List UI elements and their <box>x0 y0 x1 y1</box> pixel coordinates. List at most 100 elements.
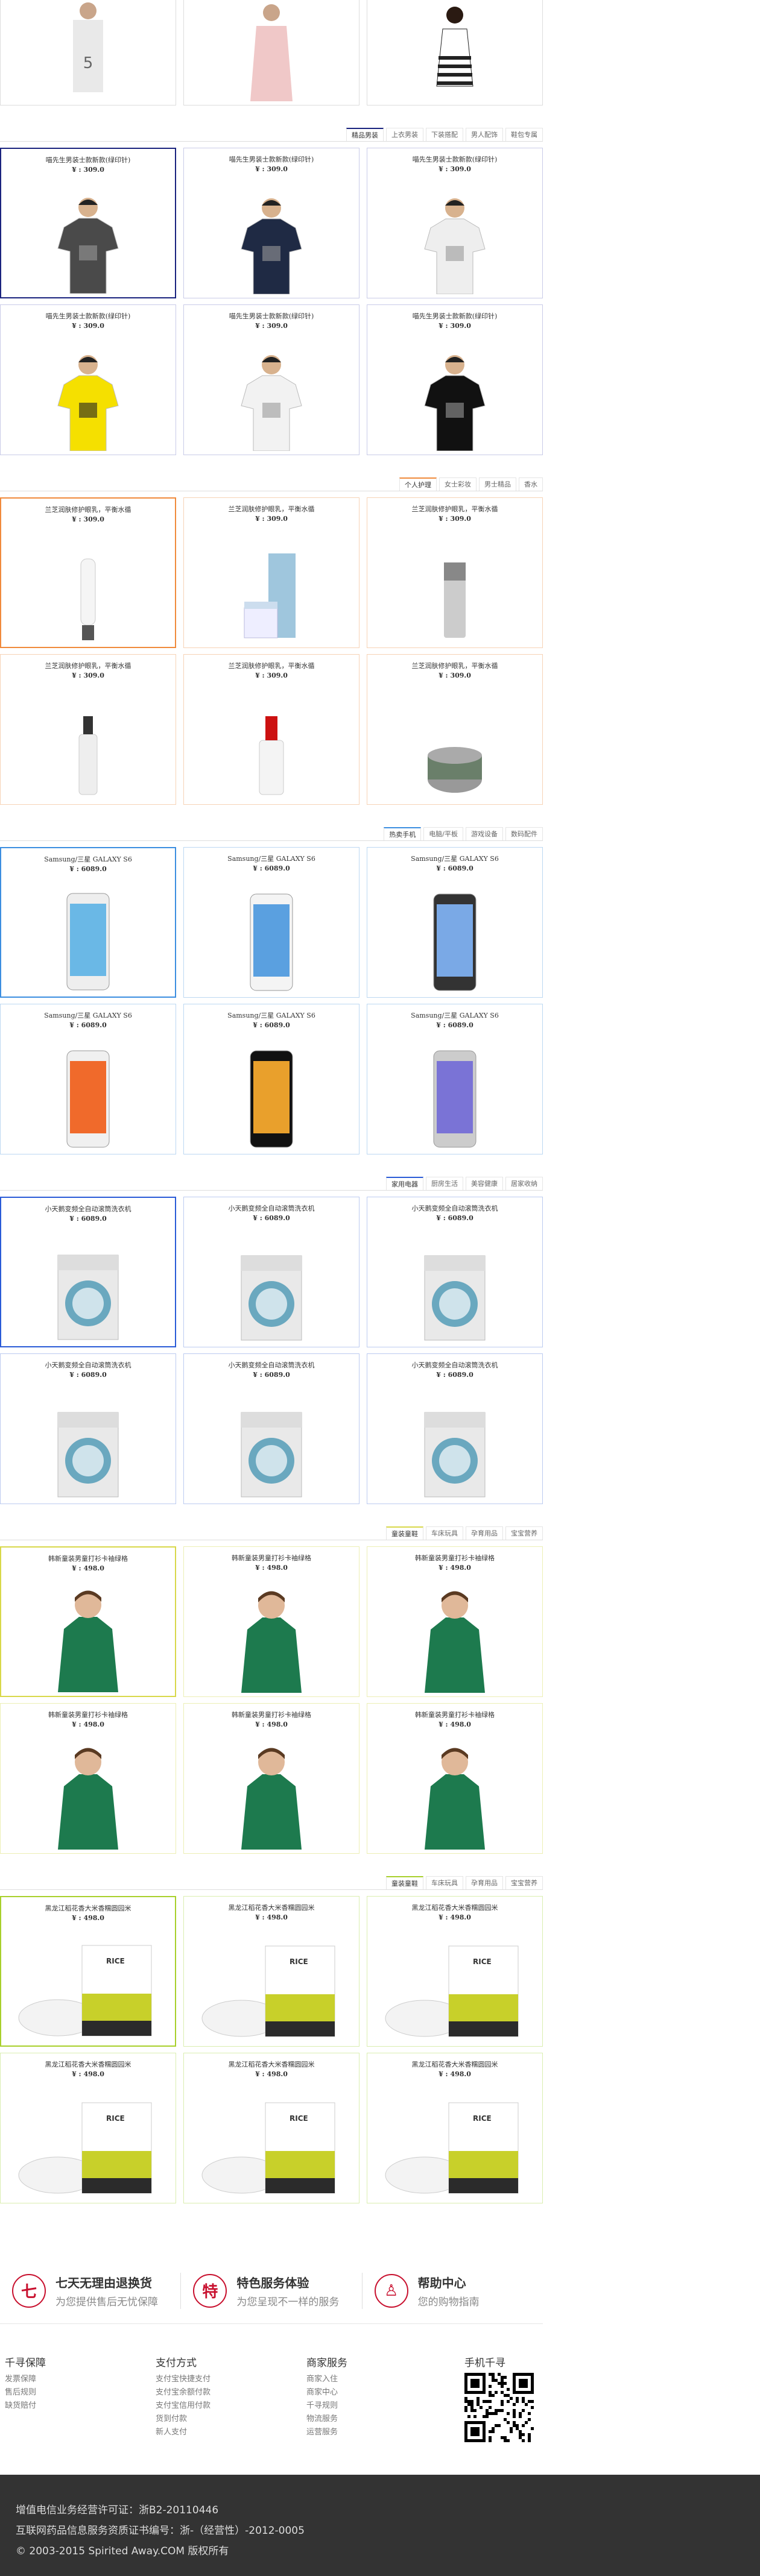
product-card[interactable]: Samsung/三星 GALAXY S6 ¥ : 6089.0 <box>0 847 176 998</box>
product-card[interactable]: Samsung/三星 GALAXY S6 ¥ : 6089.0 <box>367 847 543 998</box>
footer-col-merchant: 商家服务 商家入住 商家中心 千寻规则 物流服务 运营服务 <box>302 2354 452 2439</box>
floor-tab[interactable]: 上衣男装 <box>386 128 423 141</box>
product-card[interactable]: 喵先生男装士款新款(绿印针) ¥ : 309.0 <box>0 304 176 455</box>
product-card[interactable]: 喵先生男装士款新款(绿印针) ¥ : 309.0 <box>0 148 176 298</box>
product-card[interactable]: 兰芝润肤修护眼乳，平衡水循 ¥ : 309.0 <box>183 654 359 805</box>
product-name: 喵先生男装士款新款(绿印针) <box>229 156 314 163</box>
floor-tab[interactable]: 宝宝营养 <box>505 1876 543 1889</box>
floor-tab[interactable]: 车床玩具 <box>426 1526 463 1540</box>
product-card[interactable]: 兰芝润肤修护眼乳，平衡水循 ¥ : 309.0 <box>183 497 359 648</box>
floor-tab[interactable]: 女士彩妆 <box>439 477 477 491</box>
footer-link[interactable]: 运营服务 <box>306 2426 452 2439</box>
service-return[interactable]: 七七天无理由退换货 为您提供售后无忧保障 <box>0 2272 182 2309</box>
product-card[interactable]: 韩新童装男童打衫卡袖绿格 ¥ : 498.0 <box>183 1703 359 1854</box>
product-price: ¥ : 6089.0 <box>69 1371 107 1379</box>
product-card[interactable]: 小天鹅变频全自动滚筒洗衣机 ¥ : 6089.0 <box>183 1197 359 1347</box>
footer-link[interactable]: 售后规则 <box>5 2386 151 2399</box>
product-card[interactable]: 黑龙江稻花香大米香糯圆园米 ¥ : 498.0 RICE <box>367 1896 543 2047</box>
product-name: 韩新童装男童打衫卡袖绿格 <box>48 1555 128 1563</box>
product-card[interactable]: 小天鹅变频全自动滚筒洗衣机 ¥ : 6089.0 <box>367 1197 543 1347</box>
floor-tab-header: 精品男装 上衣男装 下装搭配 男人配饰 鞋包专属 <box>0 118 543 142</box>
product-card[interactable]: Samsung/三星 GALAXY S6 ¥ : 6089.0 <box>0 1004 176 1154</box>
product-card[interactable]: 小天鹅变频全自动滚筒洗衣机 ¥ : 6089.0 <box>0 1197 176 1347</box>
product-card[interactable]: Samsung/三星 GALAXY S6 ¥ : 6089.0 <box>367 1004 543 1154</box>
floor-tab[interactable]: 厨房生活 <box>426 1177 463 1190</box>
product-name: 小天鹅变频全自动滚筒洗衣机 <box>45 1361 131 1369</box>
service-title: 帮助中心 <box>417 2275 466 2290</box>
floor-tab[interactable]: 香水 <box>519 477 543 491</box>
product-card[interactable]: 喵先生男装士款新款(绿印针) ¥ : 309.0 <box>367 304 543 455</box>
product-card[interactable]: 黑龙江稻花香大米香糯圆园米 ¥ : 498.0 RICE <box>0 2053 176 2203</box>
product-card[interactable]: 黑龙江稻花香大米香糯圆园米 ¥ : 498.0 RICE <box>0 1896 176 2047</box>
floor-tab[interactable]: 宝宝营养 <box>505 1526 543 1540</box>
footer-link[interactable]: 支付宝快捷支付 <box>156 2373 302 2386</box>
product-card[interactable]: 黑龙江稻花香大米香糯圆园米 ¥ : 498.0 RICE <box>183 1896 359 2047</box>
footer-link[interactable]: 物流服务 <box>306 2413 452 2426</box>
product-card[interactable]: 喵先生男装士款新款(绿印针) ¥ : 309.0 <box>367 148 543 298</box>
floor-tab[interactable]: 个人护理 <box>399 477 437 491</box>
floor-tab[interactable]: 游戏设备 <box>466 827 503 840</box>
product-card[interactable]: 韩新童装男童打衫卡袖绿格 ¥ : 498.0 <box>367 1546 543 1697</box>
floor-tab[interactable]: 美容健康 <box>466 1177 503 1190</box>
floor-tab[interactable]: 下装搭配 <box>426 128 463 141</box>
footer-link[interactable]: 商家中心 <box>306 2386 452 2399</box>
copyright-text: © 2003-2015 Spirited Away.COM 版权所有 <box>16 2545 229 2557</box>
footer-link[interactable]: 货到付款 <box>156 2413 302 2426</box>
floor-tab-header: 家用电器 厨房生活 美容健康 居家收纳 <box>0 1167 543 1191</box>
floor-tabs: 家用电器 厨房生活 美容健康 居家收纳 <box>384 1177 543 1190</box>
floor-tab[interactable]: 鞋包专属 <box>505 128 543 141</box>
product-price: ¥ : 498.0 <box>255 1721 288 1728</box>
product-card[interactable]: 小天鹅变频全自动滚筒洗衣机 ¥ : 6089.0 <box>183 1353 359 1504</box>
floor-tab[interactable]: 家用电器 <box>386 1177 423 1190</box>
product-card[interactable]: 小天鹅变频全自动滚筒洗衣机 ¥ : 6089.0 <box>0 1353 176 1504</box>
floor-tab[interactable]: 居家收纳 <box>505 1177 543 1190</box>
product-card[interactable]: 兰芝润肤修护眼乳，平衡水循 ¥ : 309.0 <box>367 654 543 805</box>
svg-text:RICE: RICE <box>106 2114 125 2123</box>
footer-link[interactable]: 支付宝余额付款 <box>156 2386 302 2399</box>
footer-link[interactable]: 商家入住 <box>306 2373 452 2386</box>
product-card[interactable]: 黑龙江稻花香大米香糯圆园米 ¥ : 498.0 RICE <box>367 2053 543 2203</box>
footer-link[interactable]: 支付宝信用付款 <box>156 2399 302 2413</box>
floor-tab[interactable]: 孕育用品 <box>466 1526 503 1540</box>
floor-tab[interactable]: 男士精品 <box>479 477 516 491</box>
product-price: ¥ : 498.0 <box>255 2070 288 2078</box>
product-card[interactable]: 兰芝润肤修护眼乳，平衡水循 ¥ : 309.0 <box>0 497 176 648</box>
product-image <box>436 7 473 87</box>
floor-tab[interactable]: 童装童鞋 <box>386 1876 423 1889</box>
footer-link[interactable]: 千寻规则 <box>306 2399 452 2413</box>
service-help[interactable]: ♙ 帮助中心 您的购物指南 <box>363 2273 543 2309</box>
product-price: ¥ : 309.0 <box>439 322 471 330</box>
product-card[interactable]: 兰芝润肤修护眼乳，平衡水循 ¥ : 309.0 <box>0 654 176 805</box>
product-card[interactable]: 兰芝润肤修护眼乳，平衡水循 ¥ : 309.0 <box>367 497 543 648</box>
floor-tab[interactable]: 孕育用品 <box>466 1876 503 1889</box>
floor-tab[interactable]: 热卖手机 <box>384 827 422 840</box>
floor-tab[interactable]: 数码配件 <box>505 827 543 840</box>
product-card[interactable]: 喵先生男装士款新款(绿印针) ¥ : 309.0 <box>183 304 359 455</box>
product-card[interactable]: Samsung/三星 GALAXY S6 ¥ : 6089.0 <box>183 847 359 998</box>
service-feature[interactable]: 特特色服务体验 为您呈现不一样的服务 <box>181 2272 363 2309</box>
product-card[interactable] <box>367 0 543 105</box>
product-card[interactable]: 韩新童装男童打衫卡袖绿格 ¥ : 498.0 <box>367 1703 543 1854</box>
floor-tab[interactable]: 男人配饰 <box>466 128 503 141</box>
floor-tab[interactable]: 童装童鞋 <box>386 1526 423 1540</box>
product-card[interactable]: Samsung/三星 GALAXY S6 ¥ : 6089.0 <box>183 1004 359 1154</box>
product-card[interactable]: 5 <box>0 0 176 105</box>
product-card[interactable] <box>183 0 359 105</box>
floor-tab[interactable]: 车床玩具 <box>426 1876 463 1889</box>
product-card[interactable]: 韩新童装男童打衫卡袖绿格 ¥ : 498.0 <box>183 1546 359 1697</box>
floor-tab[interactable]: 电脑/平板 <box>423 827 463 840</box>
product-card[interactable]: 黑龙江稻花香大米香糯圆园米 ¥ : 498.0 RICE <box>183 2053 359 2203</box>
product-card[interactable]: 喵先生男装士款新款(绿印针) ¥ : 309.0 <box>183 148 359 298</box>
floor-tab[interactable]: 精品男装 <box>346 128 384 141</box>
product-name: 兰芝润肤修护眼乳，平衡水循 <box>411 505 498 513</box>
product-card[interactable]: 韩新童装男童打衫卡袖绿格 ¥ : 498.0 <box>0 1703 176 1854</box>
qr-code-icon[interactable] <box>464 2373 534 2442</box>
product-card[interactable]: 小天鹅变频全自动滚筒洗衣机 ¥ : 6089.0 <box>367 1353 543 1504</box>
product-card[interactable]: 韩新童装男童打衫卡袖绿格 ¥ : 498.0 <box>0 1546 176 1697</box>
footer-link[interactable]: 缺货赔付 <box>5 2399 151 2413</box>
product-image: 5 <box>73 2 103 92</box>
footer-link[interactable]: 发票保障 <box>5 2373 151 2386</box>
product-grid: Samsung/三星 GALAXY S6 ¥ : 6089.0 Samsung/… <box>0 841 543 1154</box>
footer-link[interactable]: 新人支付 <box>156 2426 302 2439</box>
product-name: 兰芝润肤修护眼乳，平衡水循 <box>45 662 131 670</box>
